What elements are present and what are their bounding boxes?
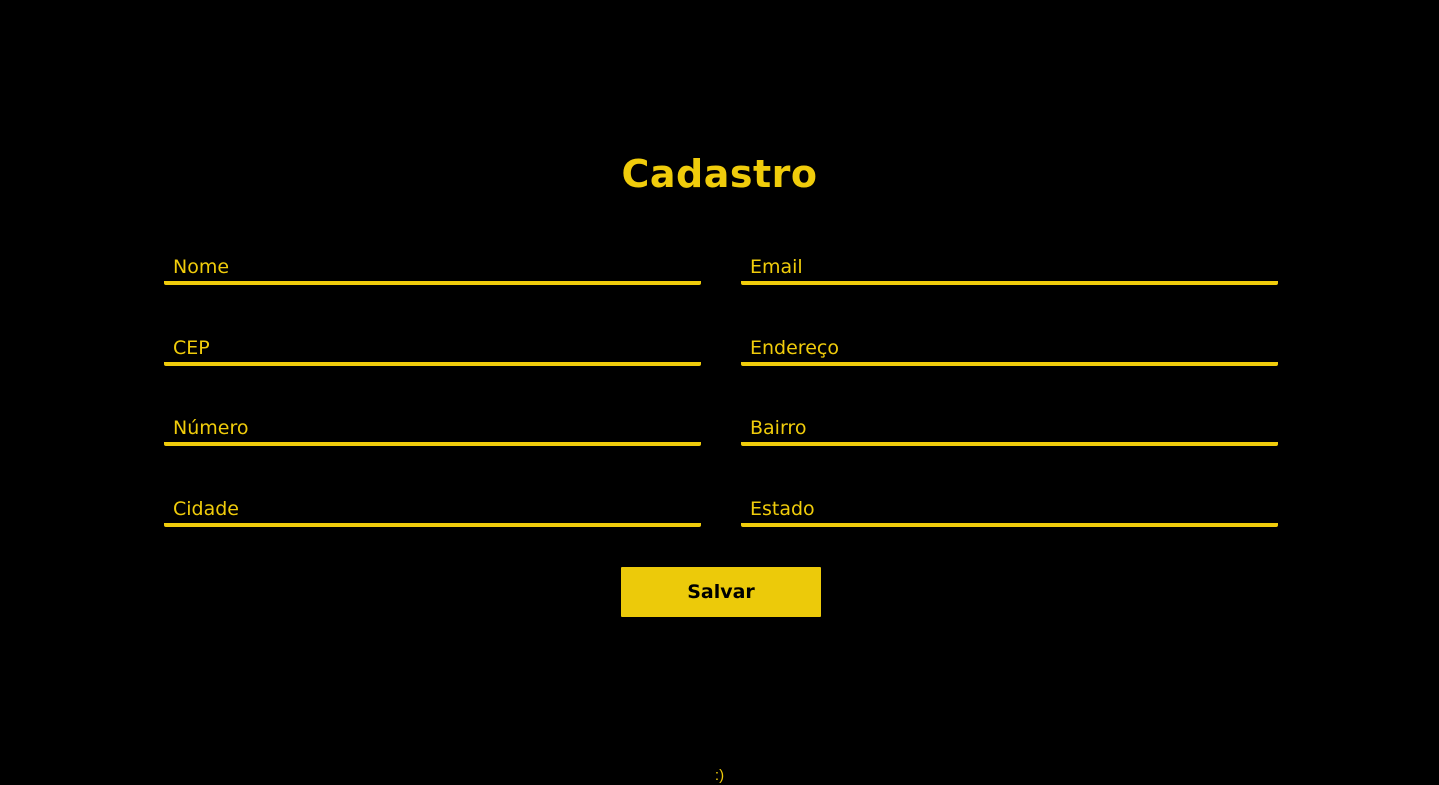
save-button[interactable]: Salvar [621, 567, 821, 617]
nome-field-wrapper [164, 245, 701, 285]
email-input[interactable] [741, 245, 1278, 281]
cidade-field-wrapper [164, 487, 701, 527]
bairro-input[interactable] [741, 406, 1278, 442]
bairro-field-wrapper [741, 406, 1278, 446]
cep-field-wrapper [164, 326, 701, 366]
estado-field-wrapper [741, 487, 1278, 527]
endereco-field-wrapper [741, 326, 1278, 366]
numero-input[interactable] [164, 406, 701, 442]
estado-input[interactable] [741, 487, 1278, 523]
footer-text: :) [714, 767, 725, 784]
cep-input[interactable] [164, 326, 701, 362]
nome-input[interactable] [164, 245, 701, 281]
email-field-wrapper [741, 245, 1278, 285]
numero-field-wrapper [164, 406, 701, 446]
page-title: Cadastro [621, 152, 818, 196]
endereco-input[interactable] [741, 326, 1278, 362]
cidade-input[interactable] [164, 487, 701, 523]
